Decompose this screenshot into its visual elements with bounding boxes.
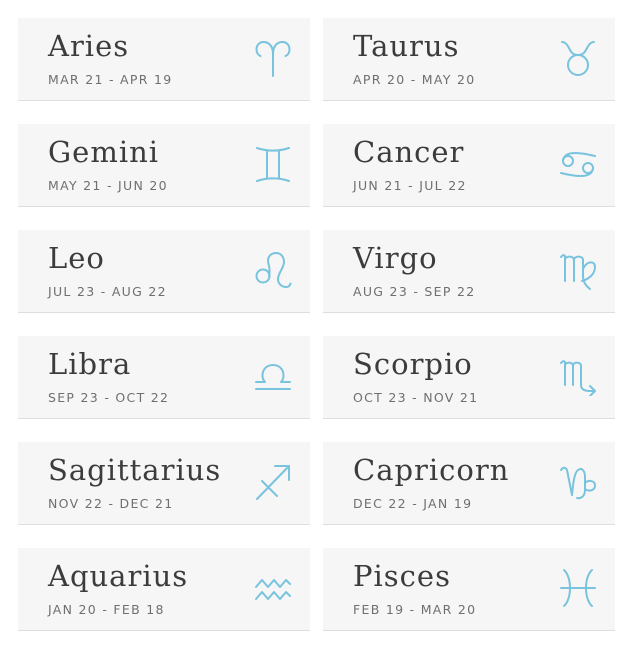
sign-name: Cancer (353, 135, 465, 169)
zodiac-card-sagittarius[interactable]: Sagittarius NOV 22 - DEC 21 (18, 442, 310, 525)
sign-name: Capricorn (353, 453, 510, 487)
capricorn-icon (559, 462, 597, 502)
aries-icon (254, 38, 292, 78)
sign-name: Taurus (353, 29, 460, 63)
sign-name: Sagittarius (48, 453, 222, 487)
sign-name: Gemini (48, 135, 160, 169)
zodiac-card-scorpio[interactable]: Scorpio OCT 23 - NOV 21 (323, 336, 615, 419)
sign-dates: DEC 22 - JAN 19 (353, 496, 473, 511)
sign-dates: MAR 21 - APR 19 (48, 72, 173, 87)
sign-dates: NOV 22 - DEC 21 (48, 496, 174, 511)
taurus-icon (559, 38, 597, 78)
zodiac-card-leo[interactable]: Leo JUL 23 - AUG 22 (18, 230, 310, 313)
sign-dates: OCT 23 - NOV 21 (353, 390, 479, 405)
sign-name: Libra (48, 347, 132, 381)
sagittarius-icon (254, 462, 292, 502)
zodiac-card-aries[interactable]: Aries MAR 21 - APR 19 (18, 18, 310, 101)
sign-dates: FEB 19 - MAR 20 (353, 602, 477, 617)
aquarius-icon (254, 568, 292, 608)
zodiac-card-capricorn[interactable]: Capricorn DEC 22 - JAN 19 (323, 442, 615, 525)
scorpio-icon (559, 356, 597, 396)
sign-dates: APR 20 - MAY 20 (353, 72, 476, 87)
virgo-icon (559, 250, 597, 290)
sign-name: Scorpio (353, 347, 473, 381)
sign-name: Virgo (353, 241, 438, 275)
zodiac-grid: Aries MAR 21 - APR 19 Taurus APR 20 - MA… (0, 0, 635, 650)
leo-icon (254, 250, 292, 290)
sign-name: Aquarius (48, 559, 189, 593)
sign-dates: SEP 23 - OCT 22 (48, 390, 170, 405)
zodiac-card-pisces[interactable]: Pisces FEB 19 - MAR 20 (323, 548, 615, 631)
sign-name: Pisces (353, 559, 451, 593)
zodiac-card-virgo[interactable]: Virgo AUG 23 - SEP 22 (323, 230, 615, 313)
cancer-icon (559, 144, 597, 184)
gemini-icon (254, 144, 292, 184)
zodiac-card-libra[interactable]: Libra SEP 23 - OCT 22 (18, 336, 310, 419)
sign-dates: MAY 21 - JUN 20 (48, 178, 168, 193)
sign-name: Leo (48, 241, 105, 275)
zodiac-card-cancer[interactable]: Cancer JUN 21 - JUL 22 (323, 124, 615, 207)
pisces-icon (559, 568, 597, 608)
sign-name: Aries (48, 29, 130, 63)
zodiac-card-aquarius[interactable]: Aquarius JAN 20 - FEB 18 (18, 548, 310, 631)
zodiac-card-gemini[interactable]: Gemini MAY 21 - JUN 20 (18, 124, 310, 207)
zodiac-card-taurus[interactable]: Taurus APR 20 - MAY 20 (323, 18, 615, 101)
sign-dates: JAN 20 - FEB 18 (48, 602, 165, 617)
sign-dates: JUL 23 - AUG 22 (48, 284, 167, 299)
sign-dates: AUG 23 - SEP 22 (353, 284, 476, 299)
libra-icon (254, 356, 292, 396)
sign-dates: JUN 21 - JUL 22 (353, 178, 467, 193)
